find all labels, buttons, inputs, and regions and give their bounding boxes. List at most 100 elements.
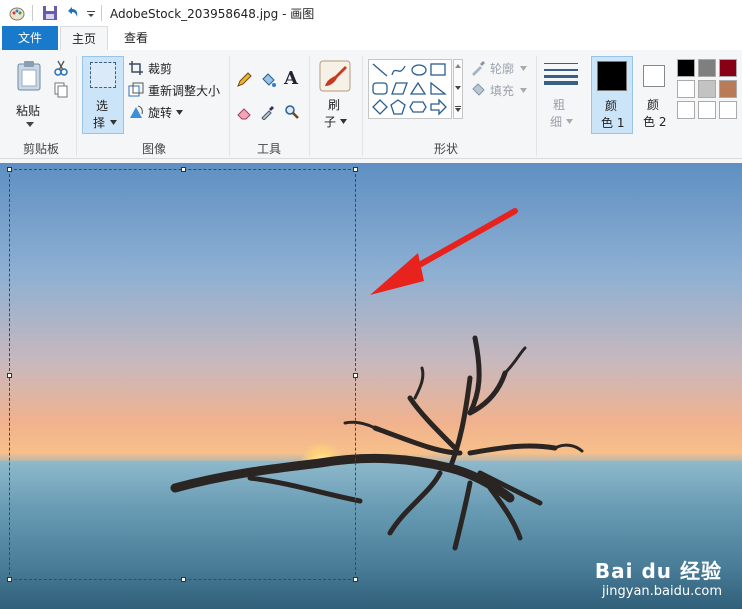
color1-swatch	[597, 61, 627, 91]
color-palette	[677, 59, 741, 121]
chevron-down-icon[interactable]	[455, 86, 461, 90]
palette-swatch[interactable]	[719, 101, 737, 119]
ribbon-tab-row: 文件 主页 查看	[0, 26, 742, 51]
selection-handle-n[interactable]	[181, 167, 186, 172]
brushes-label-1: 刷	[328, 98, 341, 112]
red-arrow-annotation	[370, 208, 518, 295]
selection-handle-se[interactable]	[353, 577, 358, 582]
select-rectangle-icon	[90, 62, 116, 88]
watermark-brand: Bai du 经验	[594, 559, 722, 583]
eraser-icon[interactable]	[236, 104, 252, 120]
cut-icon[interactable]	[53, 60, 69, 76]
crop-button[interactable]: 裁剪	[128, 59, 218, 77]
outline-label: 轮廓	[490, 62, 515, 76]
magnifier-icon[interactable]	[284, 104, 300, 120]
tab-file[interactable]: 文件	[2, 26, 58, 50]
chevron-down-icon	[340, 119, 347, 124]
ribbon-divider	[76, 56, 77, 156]
title-bar: AdobeStock_203958648.jpg - 画图	[0, 0, 742, 26]
palette-swatch[interactable]	[719, 59, 737, 77]
undo-icon[interactable]	[64, 5, 80, 21]
line-thickness-icon	[544, 63, 578, 85]
rotate-label: 旋转	[148, 106, 173, 120]
tab-home[interactable]: 主页	[60, 26, 108, 51]
ribbon-divider	[229, 56, 230, 156]
palette-swatch[interactable]	[677, 59, 695, 77]
chevron-up-icon[interactable]	[455, 64, 461, 68]
fill-bucket-icon[interactable]	[260, 72, 276, 88]
brush-icon	[319, 60, 351, 92]
palette-swatch[interactable]	[698, 59, 716, 77]
save-icon[interactable]	[42, 5, 58, 21]
color2-label-2: 色 2	[643, 115, 667, 129]
rotate-icon	[130, 105, 143, 118]
paste-button[interactable]: 粘贴	[6, 56, 50, 134]
clipboard-icon	[17, 61, 41, 91]
chevron-down-icon	[520, 66, 527, 71]
crop-icon	[129, 61, 143, 75]
shapes-scrollbar[interactable]	[453, 59, 463, 119]
chevron-down-icon	[176, 110, 183, 115]
tab-view[interactable]: 查看	[112, 26, 160, 50]
brushes-button[interactable]: 刷 子	[314, 56, 356, 134]
select-label-2: 择	[93, 116, 106, 130]
chevron-down-icon	[520, 88, 527, 93]
fill-icon	[472, 83, 485, 96]
select-label-1: 选	[96, 99, 109, 113]
selection-handle-sw[interactable]	[7, 577, 12, 582]
color1-label-1: 颜	[605, 99, 618, 113]
ribbon-divider	[309, 56, 310, 156]
fill-button[interactable]: 填充	[470, 81, 530, 99]
selection-handle-e[interactable]	[353, 373, 358, 378]
color2-swatch	[643, 65, 665, 87]
ribbon-divider	[536, 56, 537, 156]
color2-button[interactable]: 颜 色 2	[636, 56, 674, 134]
outline-button[interactable]: 轮廓	[470, 59, 530, 77]
color1-label-2: 色 1	[601, 116, 625, 130]
watermark-url: jingyan.baidu.com	[602, 584, 722, 599]
shapes-gallery[interactable]	[368, 59, 452, 119]
chevron-down-icon	[26, 122, 34, 127]
selection-rectangle[interactable]	[9, 169, 356, 580]
select-button[interactable]: 选 择	[82, 56, 124, 134]
image-group-label: 图像	[141, 142, 166, 156]
ribbon: 粘贴 剪贴板 选 择 裁剪 重新调整大小 旋转 图像 A 工具 刷 子 轮廓 填…	[0, 50, 742, 159]
size-label-2: 细	[550, 115, 563, 129]
fill-label: 填充	[490, 84, 515, 98]
expand-gallery-icon[interactable]	[455, 106, 461, 112]
crop-label: 裁剪	[148, 62, 173, 76]
palette-swatch[interactable]	[719, 80, 737, 98]
selection-handle-ne[interactable]	[353, 167, 358, 172]
selection-handle-nw[interactable]	[7, 167, 12, 172]
clipboard-group-label: 剪贴板	[22, 142, 59, 156]
palette-swatch[interactable]	[698, 80, 716, 98]
paste-label: 粘贴	[16, 104, 41, 118]
resize-button[interactable]: 重新调整大小	[128, 81, 226, 99]
quick-access-dropdown-icon[interactable]	[86, 5, 96, 21]
chevron-down-icon	[566, 119, 573, 124]
palette-swatch[interactable]	[677, 101, 695, 119]
color1-button[interactable]: 颜 色 1	[591, 56, 633, 134]
brushes-label-2: 子	[324, 115, 337, 129]
copy-icon[interactable]	[53, 82, 69, 98]
resize-icon	[128, 82, 144, 97]
resize-label: 重新调整大小	[148, 84, 221, 98]
title-divider	[32, 5, 33, 21]
paint-app-icon[interactable]	[8, 5, 26, 21]
pencil-icon[interactable]	[236, 72, 252, 88]
size-label-1: 粗	[553, 98, 566, 112]
baidu-watermark: Bai du 经验 jingyan.baidu.com	[595, 555, 722, 599]
ribbon-divider	[362, 56, 363, 156]
shapes-gallery-icons	[372, 63, 447, 116]
rotate-button[interactable]: 旋转	[128, 103, 188, 121]
selection-handle-s[interactable]	[181, 577, 186, 582]
tools-group-label: 工具	[256, 142, 281, 156]
palette-swatch[interactable]	[698, 101, 716, 119]
selection-handle-w[interactable]	[7, 373, 12, 378]
text-tool-icon[interactable]: A	[284, 68, 298, 89]
palette-swatch[interactable]	[677, 80, 695, 98]
title-divider	[101, 5, 102, 21]
size-button[interactable]: 粗 细	[541, 56, 581, 134]
chevron-down-icon	[110, 120, 117, 125]
color-picker-icon[interactable]	[260, 104, 276, 120]
